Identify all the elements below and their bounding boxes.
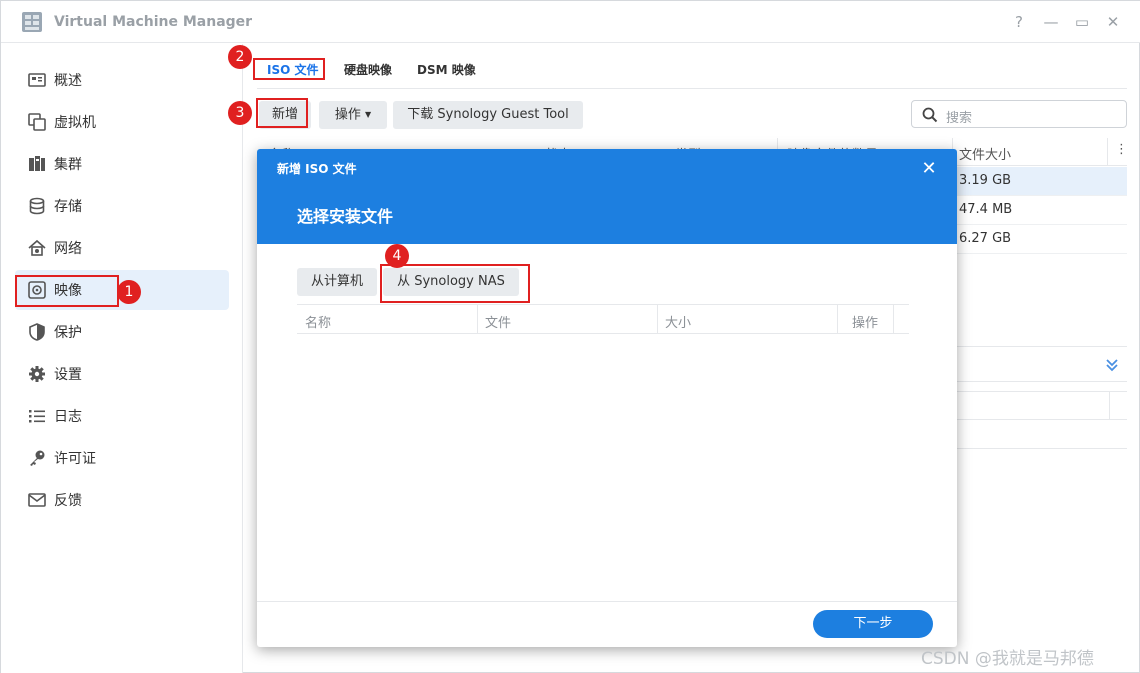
sidebar-item-cluster[interactable]: 集群: [15, 144, 229, 184]
sidebar-item-label: 网络: [54, 241, 82, 257]
log-list-icon: [27, 406, 47, 426]
annotation-marker-2: 2: [228, 45, 252, 69]
sidebar-item-label: 存储: [54, 199, 82, 215]
dialog-title: 新增 ISO 文件: [277, 162, 357, 176]
column-header[interactable]: 大小: [665, 312, 691, 331]
annotation-box-iso-tab: [253, 58, 325, 80]
annotation-box-add-button: [256, 98, 308, 128]
action-menu-button[interactable]: 操作 ▼: [319, 101, 387, 129]
column-divider: [893, 305, 894, 333]
sidebar-item-protection[interactable]: 保护: [15, 312, 229, 352]
download-guest-tool-button[interactable]: 下载 Synology Guest Tool: [393, 101, 583, 129]
dialog-header: 新增 ISO 文件 ✕ 选择安装文件: [257, 149, 957, 244]
app-window: Virtual Machine Manager ? — ▭ ✕ 概述 虚拟机 集…: [0, 0, 1140, 673]
annotation-marker-3: 3: [228, 101, 252, 125]
sidebar-item-label: 保护: [54, 325, 82, 341]
column-header[interactable]: 文件: [485, 312, 511, 331]
sidebar-item-settings[interactable]: 设置: [15, 354, 229, 394]
dialog-footer-divider: [257, 601, 957, 602]
next-button[interactable]: 下一步: [813, 610, 933, 638]
watermark-text: CSDN @我就是马邦德: [921, 649, 1094, 669]
sidebar-item-storage[interactable]: 存储: [15, 186, 229, 226]
virtual-machine-icon: [27, 112, 47, 132]
file-size-cell: 6.27 GB: [959, 231, 1012, 246]
storage-icon: [27, 196, 47, 216]
search-icon: [922, 107, 938, 123]
sidebar-item-label: 许可证: [54, 451, 96, 467]
tabs-divider: [257, 88, 1127, 89]
annotation-marker-1: 1: [117, 280, 141, 304]
dialog-subtitle: 选择安装文件: [297, 207, 394, 226]
sidebar-item-feedback[interactable]: 反馈: [15, 480, 229, 520]
shield-icon: [27, 322, 47, 342]
search-input[interactable]: 搜索: [911, 100, 1127, 128]
network-icon: [27, 238, 47, 258]
annotation-marker-4: 4: [385, 244, 409, 268]
sidebar-item-label: 反馈: [54, 493, 82, 509]
mail-icon: [27, 490, 47, 510]
sidebar-item-label: 集群: [54, 157, 82, 173]
sidebar-item-label: 日志: [54, 409, 82, 425]
title-bar: Virtual Machine Manager ? — ▭ ✕: [1, 1, 1140, 43]
sidebar-item-license[interactable]: 许可证: [15, 438, 229, 478]
sidebar-item-virtual-machine[interactable]: 虚拟机: [15, 102, 229, 142]
from-computer-button[interactable]: 从计算机: [297, 268, 377, 296]
column-divider: [1109, 392, 1110, 419]
overview-icon: [27, 70, 47, 90]
action-menu-label: 操作: [334, 107, 361, 123]
column-divider: [1107, 138, 1108, 166]
close-icon[interactable]: ✕: [917, 158, 941, 179]
app-logo-icon: [22, 12, 42, 32]
column-header[interactable]: 文件大小: [959, 144, 1011, 163]
column-divider: [477, 305, 478, 333]
sidebar-item-label: 虚拟机: [54, 115, 96, 131]
column-divider: [657, 305, 658, 333]
column-menu-icon[interactable]: ⋮: [1115, 142, 1128, 157]
search-placeholder: 搜索: [946, 111, 973, 126]
dialog-table-header: 名称 文件 大小 操作: [297, 304, 909, 334]
minimize-icon[interactable]: —: [1041, 13, 1061, 31]
tab-dsm-images[interactable]: DSM 映像: [409, 59, 484, 81]
annotation-box-nas-button: [380, 264, 530, 303]
sidebar-item-label: 设置: [54, 367, 82, 383]
column-header[interactable]: 操作: [852, 312, 878, 331]
sidebar-item-network[interactable]: 网络: [15, 228, 229, 268]
maximize-icon[interactable]: ▭: [1072, 13, 1092, 31]
column-header[interactable]: 名称: [305, 312, 331, 331]
annotation-box-image-nav: [15, 275, 119, 307]
sidebar-item-overview[interactable]: 概述: [15, 60, 229, 100]
cluster-icon: [27, 154, 47, 174]
sidebar-item-log[interactable]: 日志: [15, 396, 229, 436]
collapse-chevron-icon[interactable]: [1105, 358, 1119, 372]
file-size-cell: 47.4 MB: [959, 202, 1013, 217]
close-window-icon[interactable]: ✕: [1103, 13, 1123, 31]
file-size-cell: 3.19 GB: [959, 173, 1012, 188]
app-title: Virtual Machine Manager: [54, 14, 253, 30]
key-icon: [27, 448, 47, 468]
column-divider: [837, 305, 838, 333]
add-iso-dialog: 新增 ISO 文件 ✕ 选择安装文件 从计算机 从 Synology NAS 名…: [257, 149, 957, 647]
gear-icon: [27, 364, 47, 384]
help-icon[interactable]: ?: [1009, 13, 1029, 31]
sidebar: 概述 虚拟机 集群 存储 网络 映像 保护 设置 日志 许可证 反馈: [1, 44, 243, 673]
sidebar-item-label: 概述: [54, 73, 82, 89]
caret-down-icon: ▼: [365, 110, 372, 119]
tab-disk-images[interactable]: 硬盘映像: [336, 59, 400, 81]
